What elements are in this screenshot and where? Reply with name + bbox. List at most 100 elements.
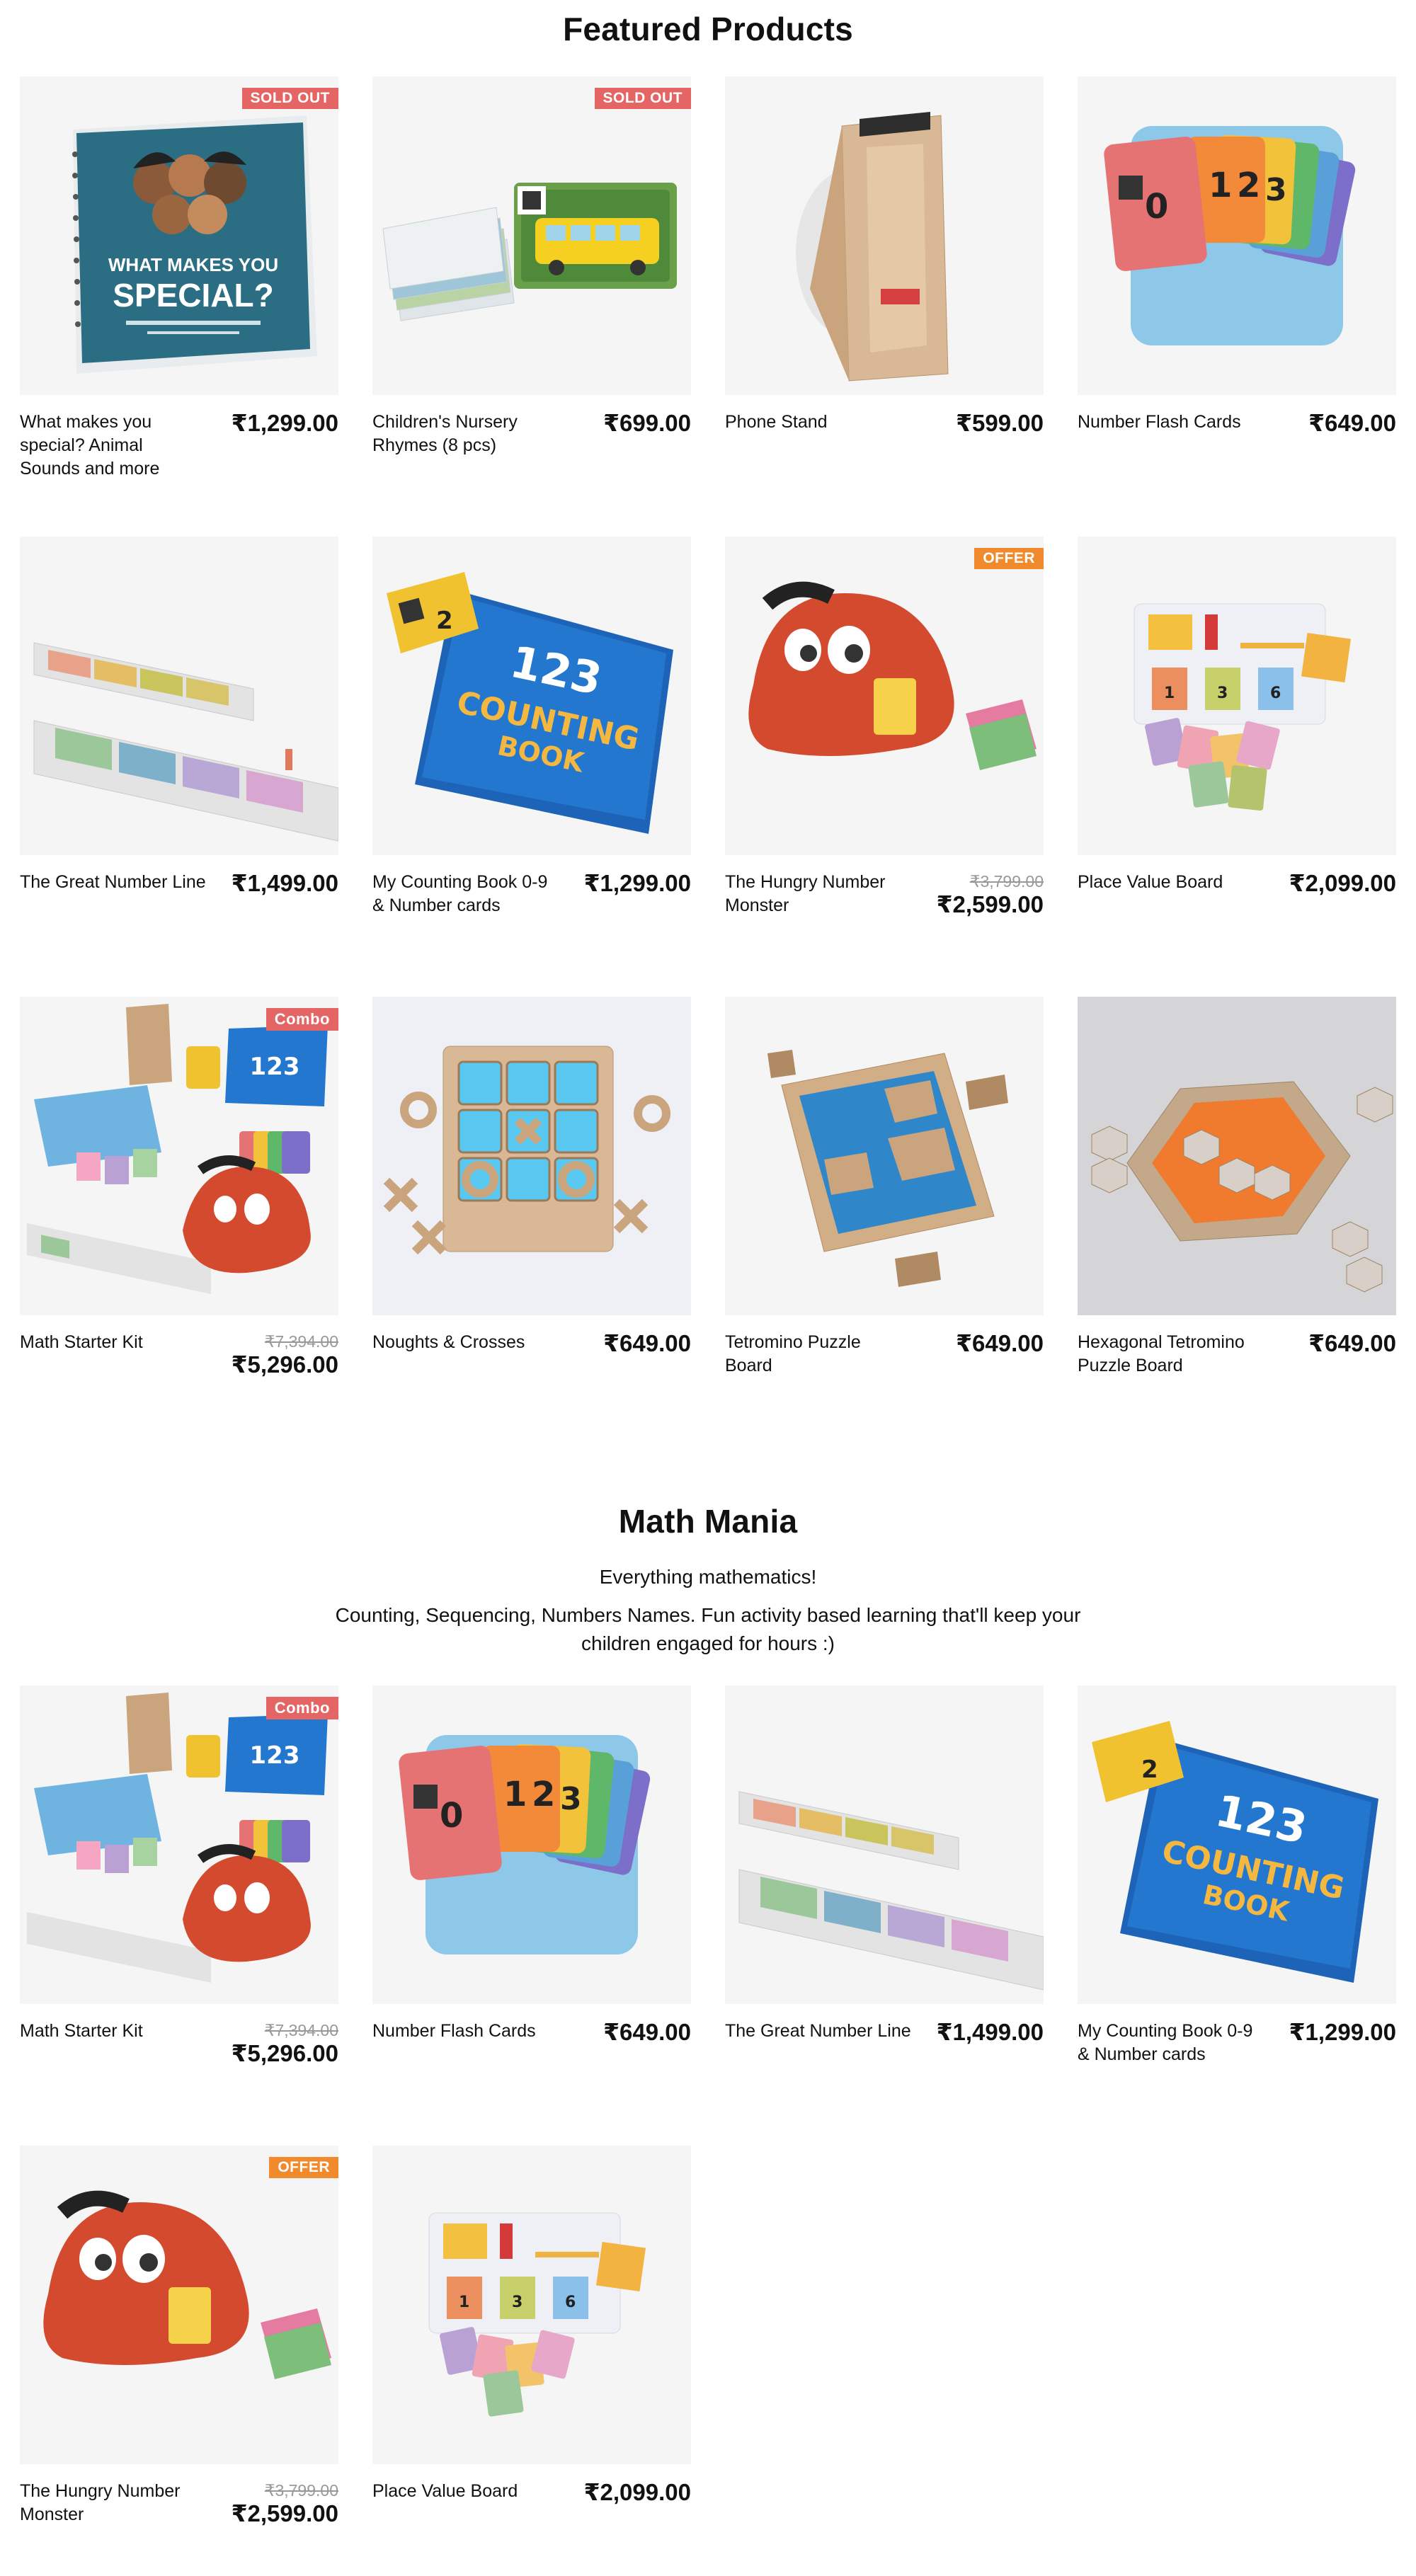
product-image[interactable]: OFFER — [725, 537, 1044, 855]
product-image[interactable]: 1 3 6 — [1078, 537, 1396, 855]
svg-text:123: 123 — [250, 1053, 300, 1081]
product-card[interactable]: The Great Number Line ₹1,499.00 — [20, 537, 338, 997]
product-name[interactable]: Tetromino Puzzle Board — [725, 1331, 913, 1378]
math-mania-description: Counting, Sequencing, Numbers Names. Fun… — [335, 1604, 1081, 1654]
math-mania-subtitle: Everything mathematics! — [599, 1566, 817, 1588]
product-card[interactable]: OFFER The Hungry Number Monster ₹3,799.0… — [20, 2146, 338, 2576]
product-card[interactable]: 123 Combo Math Starter Kit ₹7,394.00 ₹5,… — [20, 997, 338, 1457]
product-card[interactable]: 123 COUNTING BOOK 2 My Counting Book 0-9… — [1078, 1685, 1396, 2146]
product-image[interactable]: WHAT MAKES YOU SPECIAL? SOLD OUT — [20, 76, 338, 395]
product-price: ₹1,299.00 — [583, 870, 691, 896]
product-card[interactable]: Phone Stand ₹599.00 — [725, 76, 1044, 537]
product-image[interactable]: SOLD OUT — [372, 76, 691, 395]
product-price: ₹1,499.00 — [231, 870, 338, 896]
product-price: ₹2,099.00 — [1289, 870, 1396, 896]
book-cover-title-2: SPECIAL? — [113, 277, 273, 314]
original-price: ₹3,799.00 — [264, 2481, 338, 2500]
svg-text:2: 2 — [1141, 1756, 1158, 1784]
product-image[interactable] — [725, 1685, 1044, 2004]
math-mania-products-grid: 123 Combo Math Starter Kit ₹7,394.00 ₹5,… — [20, 1685, 1396, 2576]
product-price: ₹2,599.00 — [231, 2500, 338, 2526]
product-name[interactable]: My Counting Book 0-9 & Number cards — [372, 871, 560, 917]
status-badge: OFFER — [974, 548, 1044, 569]
product-card[interactable]: 1 3 6 Place Value Board ₹2,099.00 — [1078, 537, 1396, 997]
product-name[interactable]: The Great Number Line — [725, 2020, 913, 2045]
flash-card-digit: 3 — [1265, 172, 1287, 208]
product-name[interactable]: My Counting Book 0-9 & Number cards — [1078, 2020, 1265, 2066]
product-card[interactable]: The Great Number Line ₹1,499.00 — [725, 1685, 1044, 2146]
product-price: ₹1,299.00 — [1289, 2019, 1396, 2045]
status-badge: Combo — [266, 1697, 338, 1719]
product-name[interactable]: Noughts & Crosses — [372, 1331, 560, 1356]
product-card[interactable]: WHAT MAKES YOU SPECIAL? SOLD OUT What ma… — [20, 76, 338, 537]
flash-card-digit: 3 — [560, 1781, 582, 1817]
place-value-digit: 3 — [512, 2294, 523, 2311]
svg-text:123: 123 — [250, 1741, 300, 1770]
product-image[interactable] — [725, 997, 1044, 1315]
product-image[interactable] — [20, 537, 338, 855]
product-card[interactable]: 123 COUNTING BOOK 2 My Counting Book 0-9… — [372, 537, 691, 997]
product-name[interactable]: Math Starter Kit — [20, 1331, 207, 1378]
product-card[interactable]: 1 3 6 Place Value Board ₹2,099.00 — [372, 2146, 691, 2576]
original-price: ₹3,799.00 — [969, 872, 1044, 891]
product-image[interactable]: 123 Combo — [20, 997, 338, 1315]
product-name[interactable]: Math Starter Kit — [20, 2020, 207, 2066]
product-name[interactable]: Place Value Board — [1078, 871, 1265, 896]
flash-card-digit: 0 — [1145, 187, 1168, 227]
svg-text:2: 2 — [436, 607, 453, 635]
flash-card-digit: 1 — [503, 1775, 527, 1814]
flash-card-digit: 0 — [440, 1796, 463, 1836]
product-price: ₹599.00 — [956, 410, 1044, 436]
product-name[interactable]: Phone Stand — [725, 411, 913, 436]
product-image[interactable]: 123 COUNTING BOOK 2 — [1078, 1685, 1396, 2004]
book-cover-title-1: WHAT MAKES YOU — [108, 254, 278, 275]
flash-card-digit: 2 — [532, 1775, 555, 1814]
product-price: ₹699.00 — [603, 410, 691, 436]
product-image[interactable]: 123 Combo — [20, 1685, 338, 2004]
product-name[interactable]: The Great Number Line — [20, 871, 207, 896]
original-price: ₹7,394.00 — [264, 1332, 338, 1351]
product-card[interactable]: 123 Combo Math Starter Kit ₹7,394.00 ₹5,… — [20, 1685, 338, 2146]
product-price: ₹2,099.00 — [583, 2479, 691, 2505]
product-card[interactable]: 0 1 2 3 Number Flash Cards ₹649.00 — [1078, 76, 1396, 537]
product-name[interactable]: Hexagonal Tetromino Puzzle Board — [1078, 1331, 1265, 1378]
product-image[interactable]: 123 COUNTING BOOK 2 — [372, 537, 691, 855]
product-card[interactable]: Noughts & Crosses ₹649.00 — [372, 997, 691, 1457]
product-price: ₹649.00 — [603, 2019, 691, 2045]
flash-card-digit: 2 — [1237, 166, 1260, 205]
product-name[interactable]: What makes you special? Animal Sounds an… — [20, 411, 207, 481]
status-badge: SOLD OUT — [594, 88, 691, 109]
product-card[interactable]: SOLD OUT Children's Nursery Rhymes (8 pc… — [372, 76, 691, 537]
product-image[interactable] — [1078, 997, 1396, 1315]
featured-products-grid: WHAT MAKES YOU SPECIAL? SOLD OUT What ma… — [20, 76, 1396, 1457]
product-image[interactable]: 0 1 2 3 — [372, 1685, 691, 2004]
place-value-digit: 1 — [1164, 685, 1175, 702]
product-price: ₹5,296.00 — [231, 2040, 338, 2066]
product-price: ₹649.00 — [603, 1330, 691, 1356]
product-name[interactable]: The Hungry Number Monster — [725, 871, 913, 917]
product-card[interactable]: Hexagonal Tetromino Puzzle Board ₹649.00 — [1078, 997, 1396, 1457]
place-value-digit: 3 — [1217, 685, 1228, 702]
product-image[interactable]: 1 3 6 — [372, 2146, 691, 2464]
product-name[interactable]: Number Flash Cards — [1078, 411, 1265, 436]
featured-section-title: Featured Products — [563, 11, 853, 47]
flash-card-digit: 1 — [1209, 166, 1232, 205]
math-mania-title: Math Mania — [618, 1503, 798, 1540]
product-card[interactable]: 0 1 2 3 Number Flash Cards ₹649.00 — [372, 1685, 691, 2146]
status-badge: OFFER — [269, 2157, 338, 2178]
product-name[interactable]: Number Flash Cards — [372, 2020, 560, 2045]
product-image[interactable] — [725, 76, 1044, 395]
product-image[interactable]: OFFER — [20, 2146, 338, 2464]
product-name[interactable]: Place Value Board — [372, 2480, 560, 2505]
status-badge: Combo — [266, 1008, 338, 1031]
product-price: ₹5,296.00 — [231, 1351, 338, 1378]
product-image[interactable] — [372, 997, 691, 1315]
original-price: ₹7,394.00 — [264, 2021, 338, 2039]
status-badge: SOLD OUT — [241, 88, 338, 109]
product-card[interactable]: Tetromino Puzzle Board ₹649.00 — [725, 997, 1044, 1457]
product-name[interactable]: The Hungry Number Monster — [20, 2480, 207, 2526]
product-card[interactable]: OFFER The Hungry Number Monster ₹3,799.0… — [725, 537, 1044, 997]
product-image[interactable]: 0 1 2 3 — [1078, 76, 1396, 395]
product-name[interactable]: Children's Nursery Rhymes (8 pcs) — [372, 411, 560, 457]
product-price: ₹1,499.00 — [936, 2019, 1044, 2045]
